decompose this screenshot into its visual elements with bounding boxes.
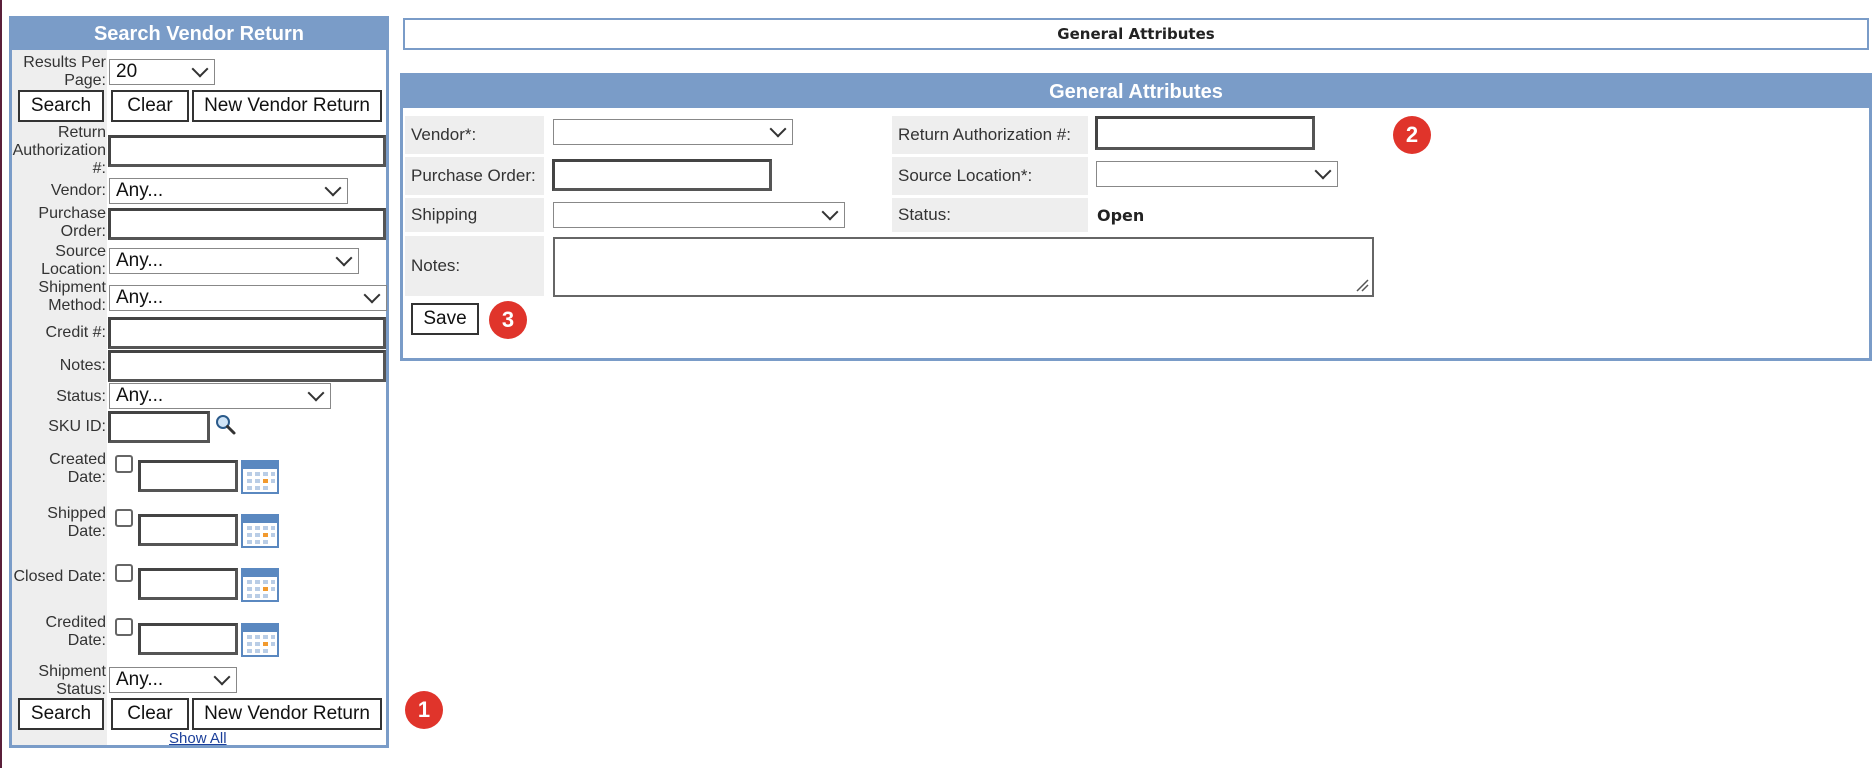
search-vendor-return-panel: Search Vendor Return Results Per Page: 2… [9, 16, 389, 748]
sku-input[interactable] [108, 411, 210, 443]
shipment-method-select[interactable]: Any... [109, 285, 387, 311]
source-location-select[interactable]: Any... [109, 248, 359, 274]
status-value: Open [1097, 206, 1145, 225]
clear-button-bottom[interactable]: Clear [111, 698, 189, 730]
resize-grip-icon[interactable] [1355, 278, 1369, 292]
status-label: Status: [56, 388, 106, 405]
chevron-down-icon [363, 286, 381, 304]
credited-date-label: Credited Date: [45, 614, 106, 649]
calendar-icon[interactable] [241, 458, 279, 494]
vendor-select[interactable] [553, 119, 793, 145]
chevron-down-icon [821, 203, 839, 221]
new-vendor-return-button-bottom[interactable]: New Vendor Return [192, 698, 382, 730]
closed-date-label: Closed Date: [13, 568, 107, 585]
search-button-bottom[interactable]: Search [18, 698, 104, 730]
badge-3: 3 [489, 301, 527, 339]
calendar-icon[interactable] [241, 512, 279, 548]
general-attributes-tab[interactable]: General Attributes [403, 18, 1869, 50]
status-value: Any... [116, 385, 164, 406]
purchase-order-input[interactable] [552, 159, 772, 191]
calendar-icon[interactable] [241, 621, 279, 657]
chevron-down-icon [191, 60, 209, 78]
notes-label: Notes: [59, 357, 106, 374]
return-auth-input[interactable] [1095, 116, 1315, 150]
shipping-method-label: Shipping Method*: [405, 198, 544, 258]
chevron-down-icon [769, 120, 787, 138]
search-button-top[interactable]: Search [18, 90, 104, 122]
vendor-select[interactable]: Any... [109, 178, 348, 204]
chevron-down-icon [213, 668, 231, 686]
notes-textarea[interactable] [553, 237, 1374, 297]
shipping-method-select[interactable] [553, 202, 845, 228]
credit-input[interactable] [108, 317, 386, 349]
credited-date-input[interactable] [138, 623, 238, 655]
shipped-date-checkbox[interactable] [115, 509, 133, 527]
search-icon[interactable] [214, 413, 238, 437]
badge-2: 2 [1393, 116, 1431, 154]
show-all-link[interactable]: Show All [169, 730, 227, 747]
results-per-page-label: Results Per Page: [23, 54, 106, 89]
chevron-down-icon [335, 249, 353, 267]
vendor-value: Any... [116, 180, 164, 201]
closed-date-input[interactable] [138, 568, 238, 600]
purchase-order-input[interactable] [108, 208, 386, 240]
clear-button-top[interactable]: Clear [111, 90, 189, 122]
source-location-value: Any... [116, 250, 164, 271]
credit-label: Credit #: [45, 324, 106, 341]
shipment-status-select[interactable]: Any... [109, 667, 237, 693]
closed-date-checkbox[interactable] [115, 564, 133, 582]
source-location-select[interactable] [1096, 161, 1338, 187]
credited-date-checkbox[interactable] [115, 618, 133, 636]
panel-title: Search Vendor Return [12, 19, 386, 50]
chevron-down-icon [1314, 162, 1332, 180]
created-date-label: Created Date: [49, 451, 106, 486]
results-per-page-value: 20 [116, 61, 138, 82]
general-attributes-panel: General Attributes Vendor*: Return Autho… [400, 73, 1872, 361]
return-auth-label: Return Authorization #: [892, 116, 1088, 154]
purchase-order-label: Purchase Order: [38, 205, 106, 240]
shipment-status-label: Shipment Status: [38, 663, 106, 698]
badge-1: 1 [405, 691, 443, 729]
general-attributes-title: General Attributes [403, 76, 1869, 108]
calendar-icon[interactable] [241, 566, 279, 602]
vendor-label: Vendor: [50, 182, 106, 199]
sku-label: SKU ID: [48, 418, 106, 435]
new-vendor-return-button-top[interactable]: New Vendor Return [192, 90, 382, 122]
status-select[interactable]: Any... [109, 383, 331, 409]
chevron-down-icon [324, 179, 342, 197]
purchase-order-label: Purchase Order: [405, 157, 544, 195]
return-auth-input[interactable] [108, 135, 386, 167]
vendor-label: Vendor*: [405, 116, 544, 154]
window-edge [0, 0, 2, 768]
notes-input[interactable] [108, 350, 386, 382]
shipment-method-value: Any... [116, 287, 164, 308]
return-auth-label: Return Authorization #: [12, 124, 106, 177]
source-location-label: Source Location: [41, 243, 106, 278]
save-button[interactable]: Save [411, 303, 479, 335]
shipment-method-label: Shipment Method: [38, 279, 106, 314]
results-per-page-select[interactable]: 20 [109, 59, 215, 85]
source-location-label: Source Location*: [892, 157, 1088, 195]
chevron-down-icon [307, 384, 325, 402]
shipped-date-input[interactable] [138, 514, 238, 546]
created-date-input[interactable] [138, 460, 238, 492]
shipment-status-value: Any... [116, 669, 164, 690]
shipped-date-label: Shipped Date: [47, 505, 106, 540]
created-date-checkbox[interactable] [115, 455, 133, 473]
notes-label: Notes: [405, 236, 544, 296]
status-label: Status: [892, 198, 1088, 232]
